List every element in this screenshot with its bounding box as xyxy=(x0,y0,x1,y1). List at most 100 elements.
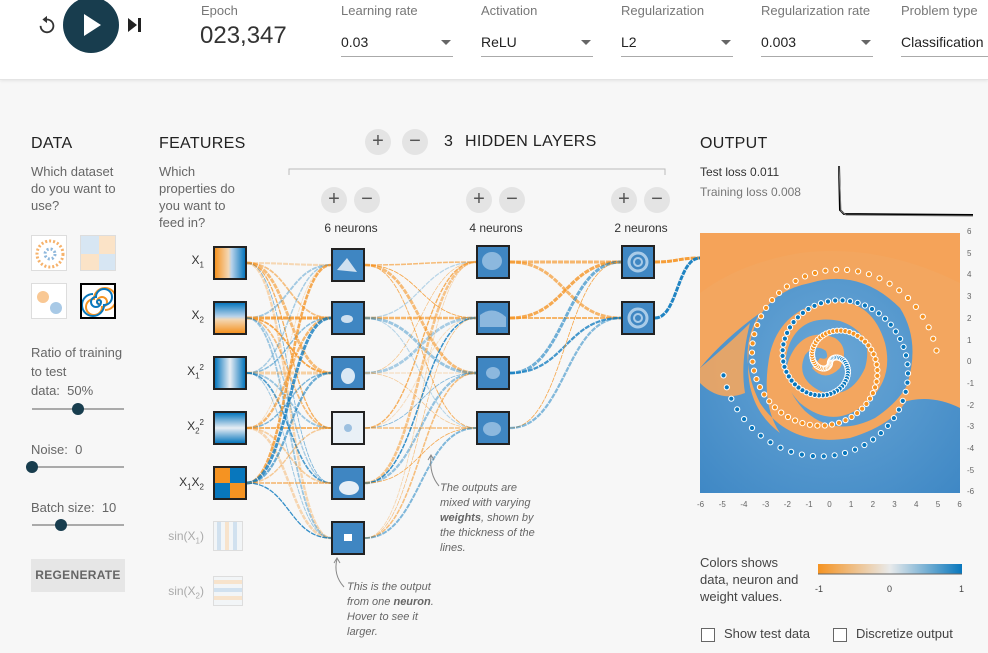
layer1-neuron-3[interactable] xyxy=(331,356,365,390)
l1-link-0-2[interactable] xyxy=(364,263,477,375)
l0-link-3-2[interactable] xyxy=(246,372,332,429)
l0-link-0-5[interactable] xyxy=(246,261,332,540)
l0-link-1-2[interactable] xyxy=(246,317,332,374)
out-link-0[interactable] xyxy=(654,256,701,264)
feature-x2sq-node[interactable] xyxy=(213,411,247,445)
l1-link-3-0[interactable] xyxy=(364,261,477,429)
l1-link-3-2[interactable] xyxy=(364,372,477,429)
l1-link-0-3[interactable] xyxy=(364,264,477,429)
l1-link-1-3[interactable] xyxy=(364,317,477,429)
layer2-neuron-3[interactable] xyxy=(476,356,510,390)
ratio-slider-thumb[interactable] xyxy=(72,403,84,415)
l1-link-2-1[interactable] xyxy=(364,316,477,375)
l0-link-2-4[interactable] xyxy=(246,372,332,484)
layer2-neuron-4[interactable] xyxy=(476,411,510,445)
feature-x1-node[interactable] xyxy=(213,246,247,280)
l0-link-1-4[interactable] xyxy=(246,317,332,484)
layer1-neuron-5[interactable] xyxy=(331,466,365,500)
remove-layer-button[interactable]: − xyxy=(402,129,428,155)
l0-link-2-3[interactable] xyxy=(246,372,332,429)
learning-rate-select[interactable]: 0.03 xyxy=(341,31,453,57)
add-layer-button[interactable]: + xyxy=(365,129,391,155)
l1-link-4-0[interactable] xyxy=(364,260,477,485)
l1-link-1-0[interactable] xyxy=(364,261,477,319)
l0-link-2-1[interactable] xyxy=(246,317,332,374)
l0-link-0-1[interactable] xyxy=(246,262,332,319)
l0-link-3-1[interactable] xyxy=(246,316,332,430)
dataset-xor[interactable] xyxy=(80,235,116,271)
out-link-1[interactable] xyxy=(654,256,701,320)
l0-link-4-0[interactable] xyxy=(246,263,332,485)
l1-link-4-1[interactable] xyxy=(364,317,477,484)
l2-link-2-1[interactable] xyxy=(509,316,622,375)
l0-link-3-4[interactable] xyxy=(246,427,332,484)
regenerate-button[interactable]: REGENERATE xyxy=(31,559,125,592)
batch-size-slider-thumb[interactable] xyxy=(55,519,68,531)
regularization-select[interactable]: L2 xyxy=(621,31,733,57)
l0-link-4-5[interactable] xyxy=(246,482,332,539)
l1-link-2-3[interactable] xyxy=(364,372,477,429)
l1-link-2-0[interactable] xyxy=(364,261,477,374)
reset-icon[interactable] xyxy=(36,14,58,36)
l1-link-4-3[interactable] xyxy=(364,427,477,484)
problem-type-select[interactable]: Classification xyxy=(901,31,988,57)
layer1-neuron-4[interactable] xyxy=(331,411,365,445)
dataset-spiral[interactable] xyxy=(80,283,116,319)
l2-link-3-0[interactable] xyxy=(509,261,622,429)
show-test-data-checkbox[interactable] xyxy=(701,628,715,642)
layer1-neuron-6[interactable] xyxy=(331,521,365,555)
batch-size-slider-track[interactable] xyxy=(32,524,124,526)
layer2-neuron-1[interactable] xyxy=(476,245,510,279)
noise-slider-thumb[interactable] xyxy=(26,461,38,473)
l0-link-0-0[interactable] xyxy=(246,261,332,267)
layer2-remove-neuron-button[interactable]: − xyxy=(499,187,525,213)
layer3-remove-neuron-button[interactable]: − xyxy=(644,187,670,213)
l1-link-4-2[interactable] xyxy=(364,371,477,485)
l0-link-3-5[interactable] xyxy=(246,426,332,540)
step-forward-icon[interactable] xyxy=(127,16,143,34)
l0-link-1-5[interactable] xyxy=(246,317,332,539)
layer3-add-neuron-button[interactable]: + xyxy=(611,187,637,213)
dataset-gaussian[interactable] xyxy=(31,283,67,319)
l2-link-1-0[interactable] xyxy=(509,260,622,320)
l1-link-1-2[interactable] xyxy=(364,316,477,375)
noise-slider-track[interactable] xyxy=(32,466,124,468)
blue-point xyxy=(734,406,741,413)
l1-link-3-1[interactable] xyxy=(364,317,477,429)
l0-link-4-1[interactable] xyxy=(246,316,332,485)
layer2-add-neuron-button[interactable]: + xyxy=(466,187,492,213)
layer1-neuron-1[interactable] xyxy=(331,248,365,282)
layer3-neuron-2[interactable] xyxy=(621,301,655,335)
l2-link-0-1[interactable] xyxy=(509,260,622,320)
l0-link-2-0[interactable] xyxy=(246,264,332,374)
l0-link-1-3[interactable] xyxy=(246,317,332,429)
layer1-neuron-2[interactable] xyxy=(331,301,365,335)
l0-link-0-3[interactable] xyxy=(246,262,332,429)
feature-sinx2-node[interactable] xyxy=(213,576,243,606)
l0-link-4-3[interactable] xyxy=(246,427,332,484)
l1-link-0-1[interactable] xyxy=(364,264,477,319)
output-heading: OUTPUT xyxy=(700,135,768,152)
activation-select[interactable]: ReLU xyxy=(481,31,593,57)
layer3-neuron-1[interactable] xyxy=(621,245,655,279)
l0-link-1-0[interactable] xyxy=(246,264,332,319)
l0-link-4-2[interactable] xyxy=(246,371,332,485)
discretize-output-checkbox[interactable] xyxy=(833,628,847,642)
layer2-neuron-2[interactable] xyxy=(476,301,510,335)
l0-link-2-5[interactable] xyxy=(246,372,332,539)
l2-link-3-1[interactable] xyxy=(509,316,622,430)
l1-link-0-0[interactable] xyxy=(364,261,477,266)
l0-link-0-4[interactable] xyxy=(246,262,332,484)
feature-x2-node[interactable] xyxy=(213,301,247,335)
l0-link-0-2[interactable] xyxy=(246,261,332,375)
layer1-remove-neuron-button[interactable]: − xyxy=(354,187,380,213)
l2-link-2-0[interactable] xyxy=(509,260,622,375)
regularization-rate-select[interactable]: 0.003 xyxy=(761,31,873,57)
dataset-circle[interactable] xyxy=(31,235,67,271)
play-button[interactable] xyxy=(63,0,119,53)
feature-x1sq-node[interactable] xyxy=(213,356,247,390)
feature-sinx1-node[interactable] xyxy=(213,521,243,551)
feature-x1x2-node[interactable] xyxy=(213,466,247,500)
layer1-add-neuron-button[interactable]: + xyxy=(321,187,347,213)
l0-link-3-0[interactable] xyxy=(246,264,332,429)
